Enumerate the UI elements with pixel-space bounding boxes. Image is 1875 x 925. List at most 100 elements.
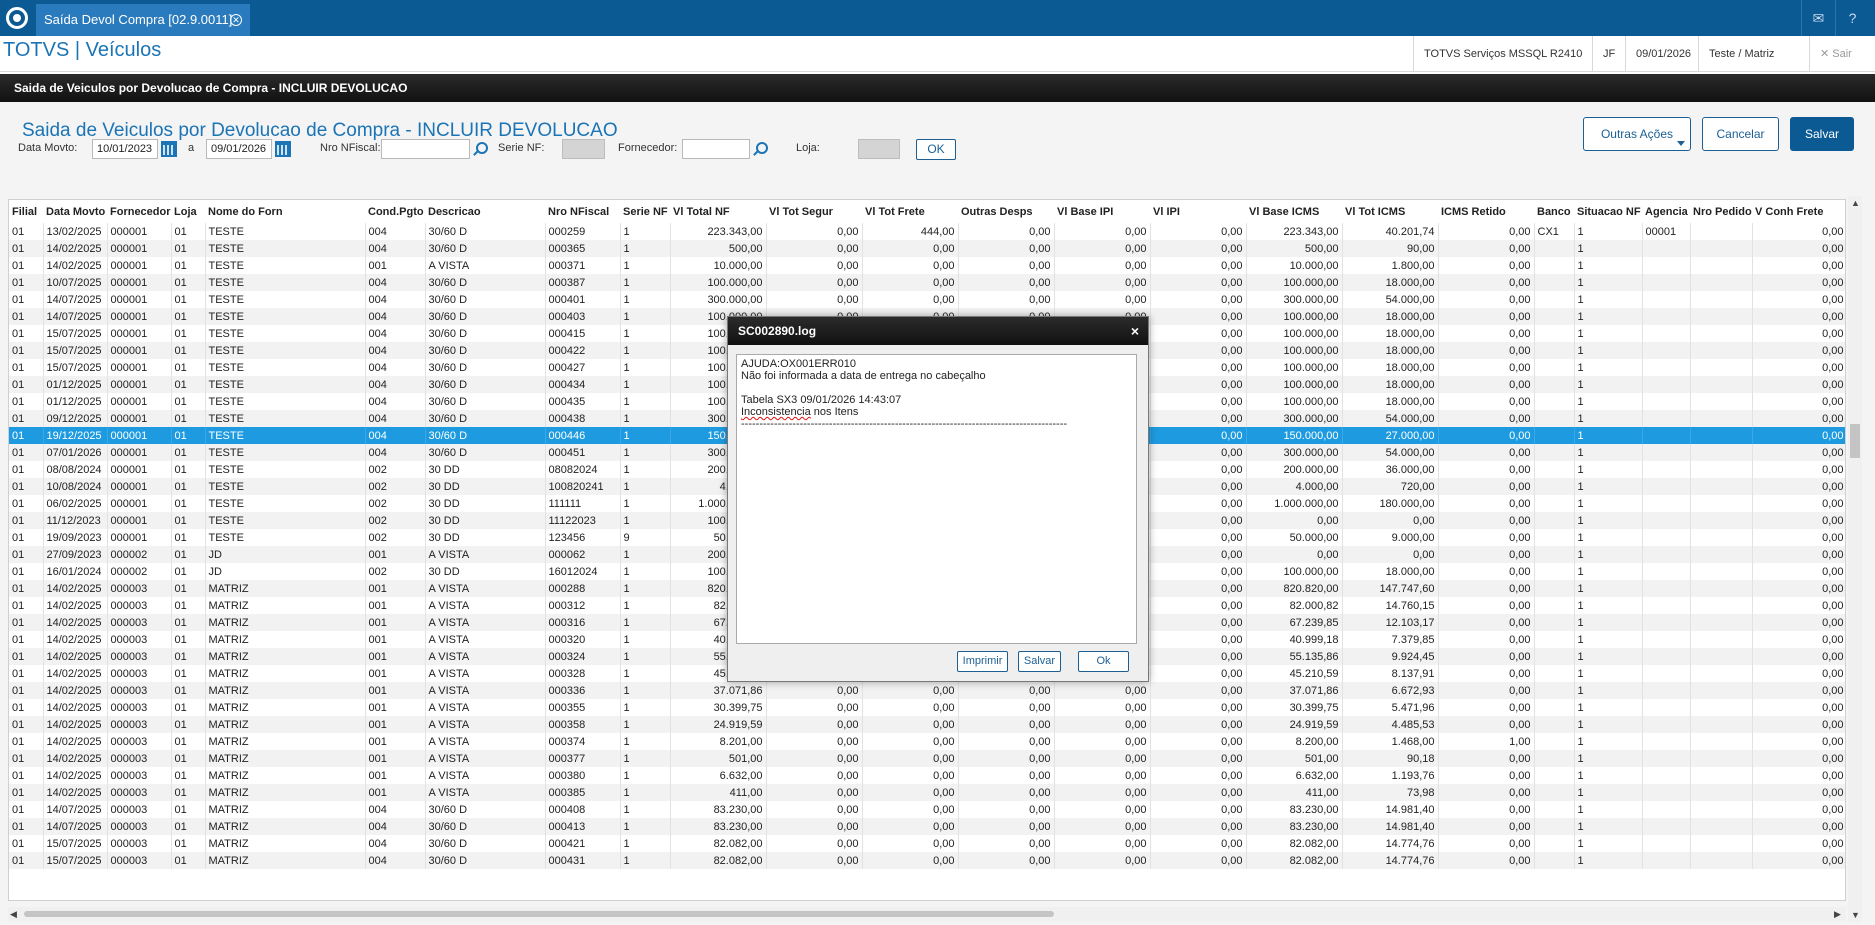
table-cell: 0,00	[1150, 614, 1247, 631]
column-header[interactable]: Loja	[171, 200, 205, 223]
table-row[interactable]: 01 14/07/2025 000003 01 MATRIZ 004 30/60 D 0004…	[9, 818, 1845, 835]
search-icon[interactable]	[472, 141, 488, 157]
imprimir-button[interactable]: Imprimir	[957, 651, 1008, 672]
close-icon[interactable]: ×	[1131, 317, 1139, 345]
exit-button[interactable]: ✕ Sair	[1809, 36, 1875, 72]
table-cell	[1534, 750, 1575, 767]
table-cell: 14/02/2025	[43, 716, 108, 733]
table-cell: 0,00	[958, 274, 1055, 291]
table-cell: 40.999,18	[1246, 631, 1343, 648]
totvs-logo-icon[interactable]	[0, 0, 34, 36]
mail-icon[interactable]: ✉	[1801, 0, 1835, 36]
table-row[interactable]: 01 14/07/2025 000003 01 MATRIZ 004 30/60 D 0004…	[9, 801, 1845, 818]
table-cell: 0,00	[766, 699, 863, 716]
calendar-icon[interactable]	[275, 141, 291, 157]
salvar-button[interactable]: Salvar	[1790, 117, 1854, 151]
search-icon[interactable]	[752, 141, 768, 157]
scroll-down-icon[interactable]: ▼	[1851, 910, 1860, 920]
horizontal-scrollbar[interactable]: ◀ ▶	[8, 907, 1846, 921]
loja-input[interactable]	[858, 139, 900, 159]
column-header[interactable]: Filial	[9, 200, 43, 223]
table-cell: 000355	[545, 699, 621, 716]
vertical-scroll-thumb[interactable]	[1850, 424, 1860, 458]
fornecedor-input[interactable]	[682, 139, 750, 159]
table-row[interactable]: 01 14/02/2025 000003 01 MATRIZ 001 A VISTA 0003…	[9, 784, 1845, 801]
table-cell: 0,00	[1438, 410, 1535, 427]
table-cell: 1	[1574, 767, 1643, 784]
calendar-icon[interactable]	[161, 141, 177, 157]
table-row[interactable]: 01 14/02/2025 000003 01 MATRIZ 001 A VISTA 0003…	[9, 682, 1845, 699]
table-cell: 18.000,00	[1342, 376, 1439, 393]
column-header[interactable]: Outras Desps	[958, 200, 1054, 223]
column-header[interactable]: Vl IPI	[1150, 200, 1246, 223]
close-tab-icon[interactable]: ✕	[230, 14, 242, 26]
table-row[interactable]: 01 14/07/2025 000001 01 TESTE 004 30/60 D 00040…	[9, 291, 1845, 308]
table-row[interactable]: 01 10/07/2025 000001 01 TESTE 004 30/60 D 00038…	[9, 274, 1845, 291]
column-header[interactable]: Serie NF	[620, 200, 670, 223]
column-header[interactable]: Vl Base IPI	[1054, 200, 1150, 223]
table-cell: 1.193,76	[1342, 767, 1439, 784]
table-cell	[1690, 427, 1753, 444]
column-header[interactable]: Vl Tot Frete	[862, 200, 958, 223]
table-row[interactable]: 01 15/07/2025 000003 01 MATRIZ 004 30/60 D 0004…	[9, 852, 1845, 869]
data-movto-from-input[interactable]: 10/01/2023	[92, 139, 158, 159]
ok-filter-button[interactable]: OK	[916, 139, 956, 160]
table-cell: 0,00	[1150, 546, 1247, 563]
table-row[interactable]: 01 13/02/2025 000001 01 TESTE 004 30/60 D 00025…	[9, 223, 1845, 240]
data-movto-to-input[interactable]: 09/01/2026	[206, 139, 272, 159]
scroll-up-icon[interactable]: ▲	[1851, 198, 1860, 208]
table-cell: 0,00	[1438, 308, 1535, 325]
table-cell: TESTE	[205, 376, 366, 393]
column-header[interactable]: Vl Total NF	[670, 200, 766, 223]
column-header[interactable]: Fornecedor	[107, 200, 171, 223]
column-header[interactable]: Situacao NF	[1574, 200, 1642, 223]
nro-nfiscal-input[interactable]	[381, 139, 470, 159]
table-cell: A VISTA	[425, 631, 546, 648]
column-header[interactable]: Vl Tot ICMS	[1342, 200, 1438, 223]
log-textarea[interactable]: AJUDA:OX001ERR010 Não foi informada a da…	[736, 354, 1137, 644]
table-cell: 000001	[107, 410, 172, 427]
table-row[interactable]: 01 14/02/2025 000003 01 MATRIZ 001 A VISTA 0003…	[9, 699, 1845, 716]
table-cell: 30 DD	[425, 478, 546, 495]
table-row[interactable]: 01 14/02/2025 000003 01 MATRIZ 001 A VISTA 0003…	[9, 733, 1845, 750]
outras-acoes-button[interactable]: Outras Ações	[1583, 117, 1691, 151]
column-header[interactable]: Banco	[1534, 200, 1574, 223]
column-header[interactable]: Cond.Pgto	[365, 200, 425, 223]
column-header[interactable]: Nome do Forn	[205, 200, 365, 223]
table-cell: 1	[1574, 359, 1643, 376]
vertical-scrollbar[interactable]: ▲ ▼	[1848, 196, 1862, 922]
table-cell	[1642, 257, 1691, 274]
table-cell: 0,00	[1150, 376, 1247, 393]
table-row[interactable]: 01 14/02/2025 000001 01 TESTE 004 30/60 D 00036…	[9, 240, 1845, 257]
scroll-left-icon[interactable]: ◀	[10, 909, 17, 920]
table-cell	[1690, 495, 1753, 512]
table-cell	[1690, 376, 1753, 393]
table-cell: 1	[1574, 614, 1643, 631]
column-header[interactable]: Data Movto	[43, 200, 107, 223]
cancelar-button[interactable]: Cancelar	[1702, 117, 1779, 151]
column-header[interactable]: Vl Base ICMS	[1246, 200, 1342, 223]
column-header[interactable]: Agencia	[1642, 200, 1690, 223]
column-header[interactable]: ICMS Retido	[1438, 200, 1534, 223]
table-cell: 820.820,00	[1246, 580, 1343, 597]
column-header[interactable]: Nro NFiscal	[545, 200, 620, 223]
column-header[interactable]: Descricao	[425, 200, 545, 223]
scroll-right-icon[interactable]: ▶	[1834, 909, 1841, 920]
table-cell: 0,00	[862, 852, 959, 869]
help-icon[interactable]: ?	[1835, 0, 1869, 36]
table-row[interactable]: 01 14/02/2025 000003 01 MATRIZ 001 A VISTA 0003…	[9, 716, 1845, 733]
horizontal-scroll-thumb[interactable]	[24, 911, 1054, 917]
column-header[interactable]: Nro Pedido	[1690, 200, 1752, 223]
dialog-ok-button[interactable]: Ok	[1078, 651, 1129, 672]
column-header[interactable]: V Conh Frete	[1752, 200, 1845, 223]
table-row[interactable]: 01 14/02/2025 000003 01 MATRIZ 001 A VISTA 0003…	[9, 767, 1845, 784]
table-row[interactable]: 01 14/02/2025 000003 01 MATRIZ 001 A VISTA 0003…	[9, 750, 1845, 767]
table-cell: 004	[365, 325, 426, 342]
column-header[interactable]: Vl Tot Segur	[766, 200, 862, 223]
table-row[interactable]: 01 14/02/2025 000001 01 TESTE 001 A VISTA 00037…	[9, 257, 1845, 274]
table-cell: 0,00	[1752, 648, 1845, 665]
tab-saida-devol-compra[interactable]: Saída Devol Compra [02.9.0011] ✕	[36, 4, 250, 36]
table-row[interactable]: 01 15/07/2025 000003 01 MATRIZ 004 30/60 D 0004…	[9, 835, 1845, 852]
dialog-salvar-button[interactable]: Salvar	[1018, 651, 1061, 672]
serie-nf-input[interactable]	[562, 139, 605, 159]
